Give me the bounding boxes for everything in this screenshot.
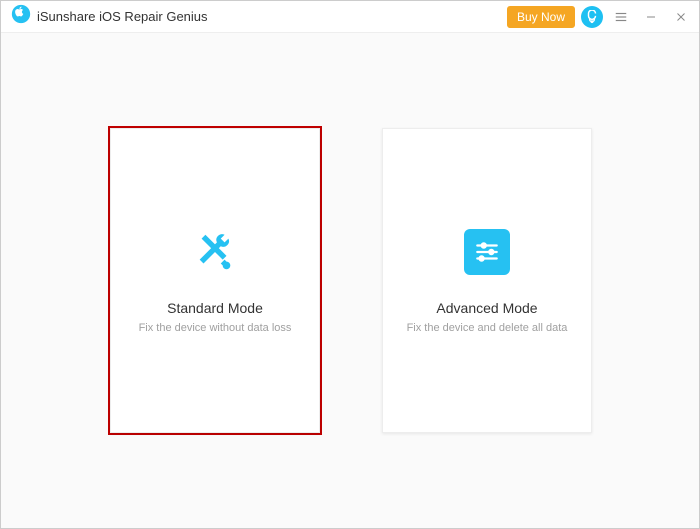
main-content: Standard Mode Fix the device without dat… xyxy=(1,33,699,528)
app-logo-icon xyxy=(11,4,31,29)
advanced-mode-card-wrap: Advanced Mode Fix the device and delete … xyxy=(382,128,592,433)
menu-icon[interactable] xyxy=(609,5,633,29)
titlebar: iSunshare iOS Repair Genius Buy Now xyxy=(1,1,699,33)
support-icon[interactable] xyxy=(581,6,603,28)
advanced-mode-title: Advanced Mode xyxy=(436,300,537,316)
app-branding: iSunshare iOS Repair Genius xyxy=(11,4,507,29)
standard-mode-card-highlight: Standard Mode Fix the device without dat… xyxy=(108,126,322,435)
sliders-icon xyxy=(463,228,511,276)
app-window: iSunshare iOS Repair Genius Buy Now xyxy=(0,0,700,529)
advanced-mode-card[interactable]: Advanced Mode Fix the device and delete … xyxy=(382,128,592,433)
standard-mode-subtitle: Fix the device without data loss xyxy=(139,322,292,334)
tools-icon xyxy=(191,228,239,276)
standard-mode-title: Standard Mode xyxy=(167,300,263,316)
buy-now-button[interactable]: Buy Now xyxy=(507,6,575,28)
advanced-mode-subtitle: Fix the device and delete all data xyxy=(407,322,568,334)
standard-mode-card[interactable]: Standard Mode Fix the device without dat… xyxy=(110,128,320,433)
close-icon[interactable] xyxy=(669,5,693,29)
titlebar-right: Buy Now xyxy=(507,5,693,29)
app-title: iSunshare iOS Repair Genius xyxy=(37,9,208,24)
minimize-icon[interactable] xyxy=(639,5,663,29)
